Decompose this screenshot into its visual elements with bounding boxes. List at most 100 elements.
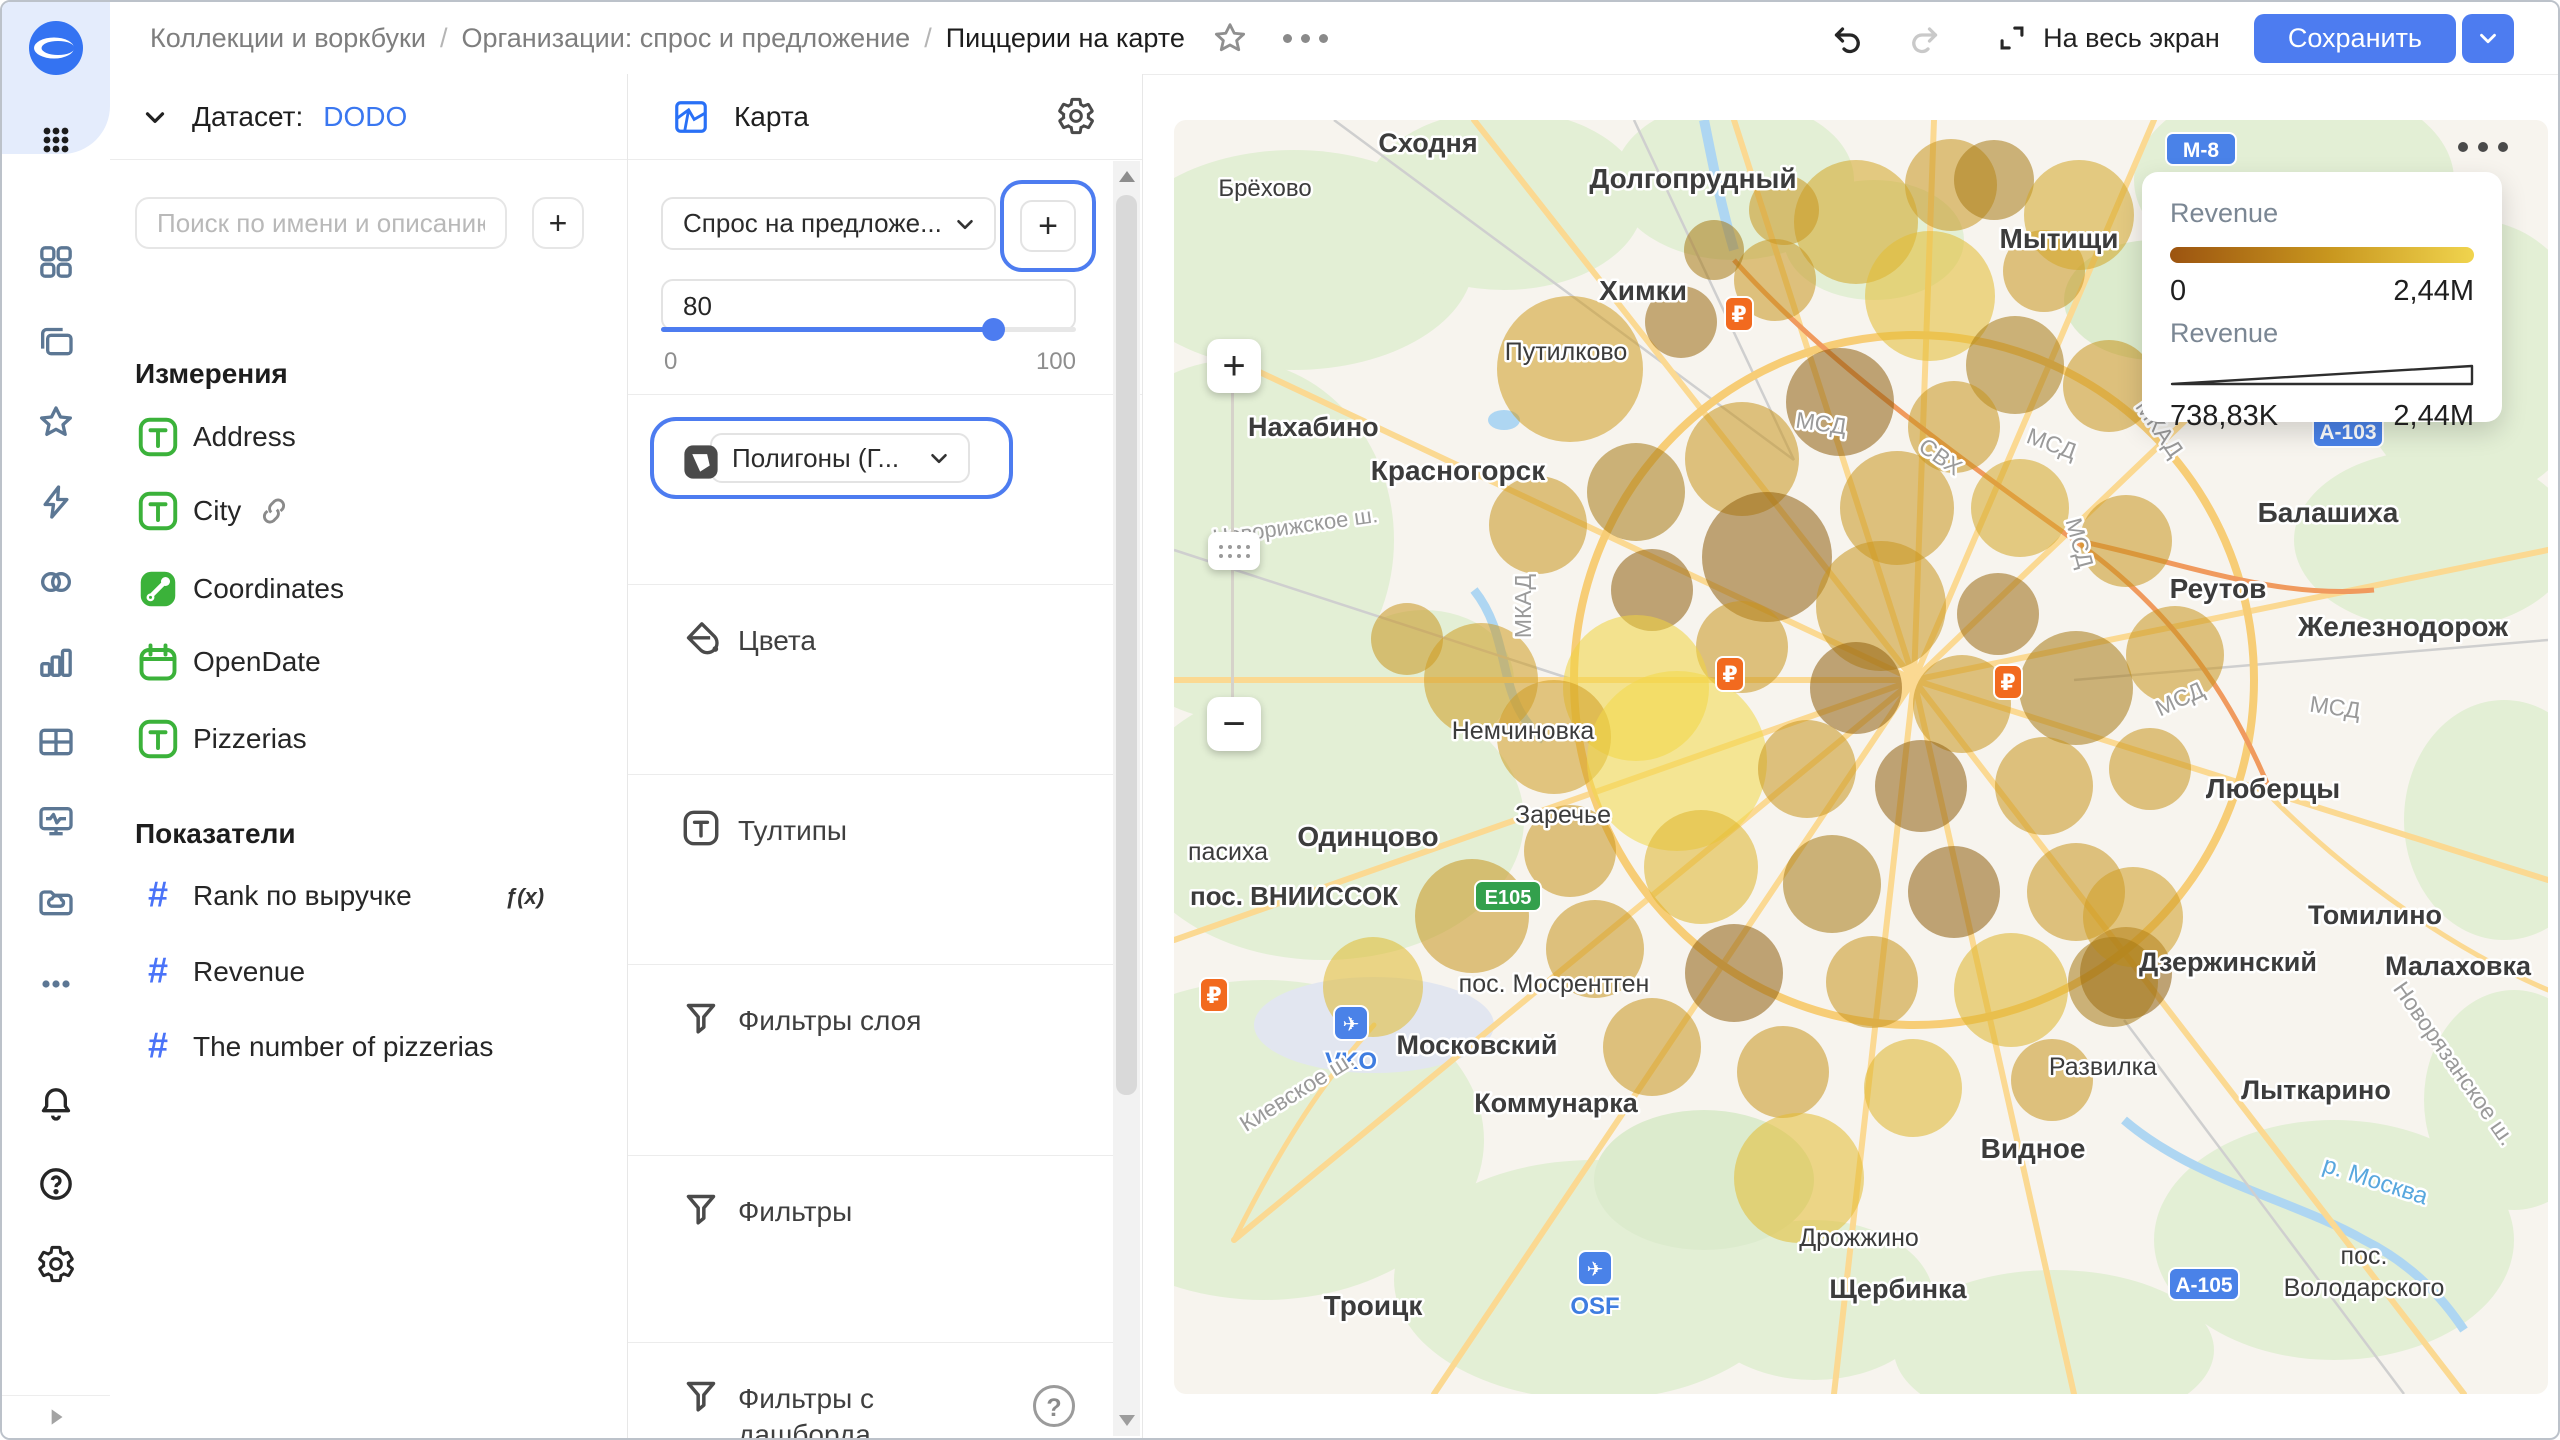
geotype-selector[interactable]: Полигоны (Г... <box>710 433 970 483</box>
help-circle-icon[interactable]: ? <box>1033 1385 1075 1427</box>
nav-datasets-icon[interactable] <box>36 562 76 607</box>
revenue-bubble[interactable] <box>1864 1039 1962 1137</box>
nav-dashboards-icon[interactable] <box>36 802 76 847</box>
revenue-bubble[interactable] <box>1826 936 1918 1028</box>
dimension-row[interactable]: Pizzerias <box>110 702 627 776</box>
nav-storage-icon[interactable] <box>36 882 76 927</box>
revenue-bubble[interactable] <box>1957 573 2039 655</box>
revenue-bubble[interactable] <box>2109 728 2191 810</box>
nav-more-icon[interactable] <box>36 964 76 1009</box>
section-funnel-row[interactable]: Фильтры <box>628 1155 1114 1343</box>
layer-selector[interactable]: Спрос на предложе... <box>661 197 996 250</box>
revenue-bubble[interactable] <box>2080 495 2172 587</box>
scroll-up-icon[interactable] <box>1119 171 1135 182</box>
map-menu-icon[interactable] <box>2458 142 2508 152</box>
revenue-bubble[interactable] <box>1954 140 2034 220</box>
map-canvas[interactable]: М-8 А-103 А-105 Е105 ₽ ₽ ₽ ₽ ✈ VKO ✈ OSF Сходня Брёх… <box>1174 120 2548 1394</box>
save-menu-button[interactable] <box>2462 13 2514 63</box>
add-field-button[interactable]: + <box>532 197 584 249</box>
nav-tables-icon[interactable] <box>36 722 76 767</box>
dimension-row[interactable]: City <box>110 474 627 548</box>
svg-text:₽: ₽ <box>1722 662 1737 687</box>
dataset-header[interactable]: Датасет: DODO <box>110 74 627 160</box>
dimension-row[interactable]: Address <box>110 400 627 474</box>
map-place-label: пасиха <box>1188 838 1268 866</box>
legend-gradient-bar <box>2170 247 2474 263</box>
revenue-bubble[interactable] <box>1995 737 2093 835</box>
measure-row[interactable]: # Rank по выручке ƒ(x) <box>110 859 627 933</box>
revenue-bubble[interactable] <box>1810 642 1902 734</box>
add-layer-button[interactable]: + <box>1020 200 1076 252</box>
notifications-bell-icon[interactable] <box>36 1084 76 1129</box>
revenue-bubble[interactable] <box>1644 810 1758 924</box>
nav-connections-icon[interactable] <box>36 482 76 527</box>
zoom-out-button[interactable]: − <box>1207 697 1261 751</box>
nav-collections-icon[interactable] <box>36 322 76 367</box>
redo-icon[interactable] <box>1907 20 1943 56</box>
datalens-logo-icon[interactable] <box>27 19 85 82</box>
revenue-bubble[interactable] <box>1489 476 1587 574</box>
measure-row[interactable]: # The number of pizzerias <box>110 1010 627 1084</box>
dimension-row[interactable]: Coordinates <box>110 552 627 626</box>
section-funnel-row[interactable]: Фильтры слоя <box>628 964 1114 1156</box>
chart-type-title[interactable]: Карта <box>734 101 809 133</box>
revenue-bubble[interactable] <box>1603 998 1701 1096</box>
revenue-bubble[interactable] <box>1954 933 2068 1047</box>
scrollbar-thumb[interactable] <box>1116 195 1137 1095</box>
scroll-down-icon[interactable] <box>1119 1415 1135 1426</box>
save-button[interactable]: Сохранить <box>2253 13 2456 63</box>
nav-charts-icon[interactable] <box>36 642 76 687</box>
revenue-bubble[interactable] <box>1971 459 2069 557</box>
breadcrumb-item[interactable]: Коллекции и воркбуки <box>150 23 426 54</box>
favorite-star-icon[interactable] <box>1211 19 1249 57</box>
apps-grid-icon[interactable] <box>36 120 76 165</box>
add-layer-focus-ring: + <box>1000 180 1096 272</box>
revenue-bubble[interactable] <box>1786 348 1894 456</box>
breadcrumb-more-icon[interactable] <box>1282 33 1328 43</box>
measure-name: The number of pizzerias <box>193 1031 494 1062</box>
zoom-in-button[interactable]: + <box>1207 339 1261 393</box>
revenue-bubble[interactable] <box>1497 296 1643 442</box>
revenue-bubble[interactable] <box>1783 835 1881 933</box>
search-input[interactable] <box>135 197 507 249</box>
fullscreen-icon[interactable] <box>1995 21 2029 55</box>
dimension-name: Pizzerias <box>193 723 307 754</box>
settings-gear-icon[interactable] <box>36 1244 76 1289</box>
revenue-bubble[interactable] <box>1684 220 1744 280</box>
zoom-drag-handle[interactable] <box>1208 532 1260 570</box>
fullscreen-label[interactable]: На весь экран <box>2043 23 2220 54</box>
rail-collapse-footer[interactable] <box>2 1395 110 1438</box>
revenue-bubble[interactable] <box>1415 859 1529 973</box>
measure-row[interactable]: # Revenue <box>110 935 627 1009</box>
chart-settings-gear-icon[interactable] <box>1056 96 1096 136</box>
nav-overview-icon[interactable] <box>36 242 76 287</box>
dimension-row[interactable]: OpenDate <box>110 625 627 699</box>
map-place-label: Дзержинский <box>2139 947 2317 977</box>
revenue-bubble[interactable] <box>1702 492 1832 622</box>
revenue-bubble[interactable] <box>1875 740 1967 832</box>
dataset-name-link[interactable]: DODO <box>323 101 407 133</box>
measure-hash-icon: # <box>148 951 168 991</box>
nav-favorites-icon[interactable] <box>36 402 76 447</box>
breadcrumb-item[interactable]: Организации: спрос и предложение <box>461 23 910 54</box>
map-place-label: Московский <box>1397 1030 1558 1060</box>
revenue-bubble[interactable] <box>1737 1026 1829 1118</box>
breadcrumb-item[interactable]: Пиццерии на карте <box>946 23 1185 54</box>
revenue-bubble[interactable] <box>1685 924 1783 1022</box>
opacity-slider-thumb[interactable] <box>982 318 1005 341</box>
map-place-label: Красногорск <box>1371 455 1546 486</box>
ruble-metro-badge: ₽ <box>1715 656 1745 692</box>
section-tooltip-row[interactable]: Тултипы <box>628 774 1114 965</box>
revenue-bubble[interactable] <box>2019 631 2133 745</box>
panel-scrollbar[interactable] <box>1113 161 1140 1436</box>
opacity-input[interactable]: 80 <box>661 279 1076 331</box>
undo-icon[interactable] <box>1829 20 1865 56</box>
section-paint-row[interactable]: Цвета <box>628 584 1114 775</box>
help-icon[interactable] <box>36 1164 76 1209</box>
dimension-name: Coordinates <box>193 573 344 604</box>
revenue-bubble[interactable] <box>1908 846 2000 938</box>
map-legend: Revenue 0 2,44M Revenue 738,83K 2,44M <box>2142 172 2502 432</box>
revenue-bubble[interactable] <box>1758 720 1856 818</box>
section-funnel-row[interactable]: Фильтры с дашборда? <box>628 1342 1114 1438</box>
revenue-bubble[interactable] <box>1587 443 1685 541</box>
